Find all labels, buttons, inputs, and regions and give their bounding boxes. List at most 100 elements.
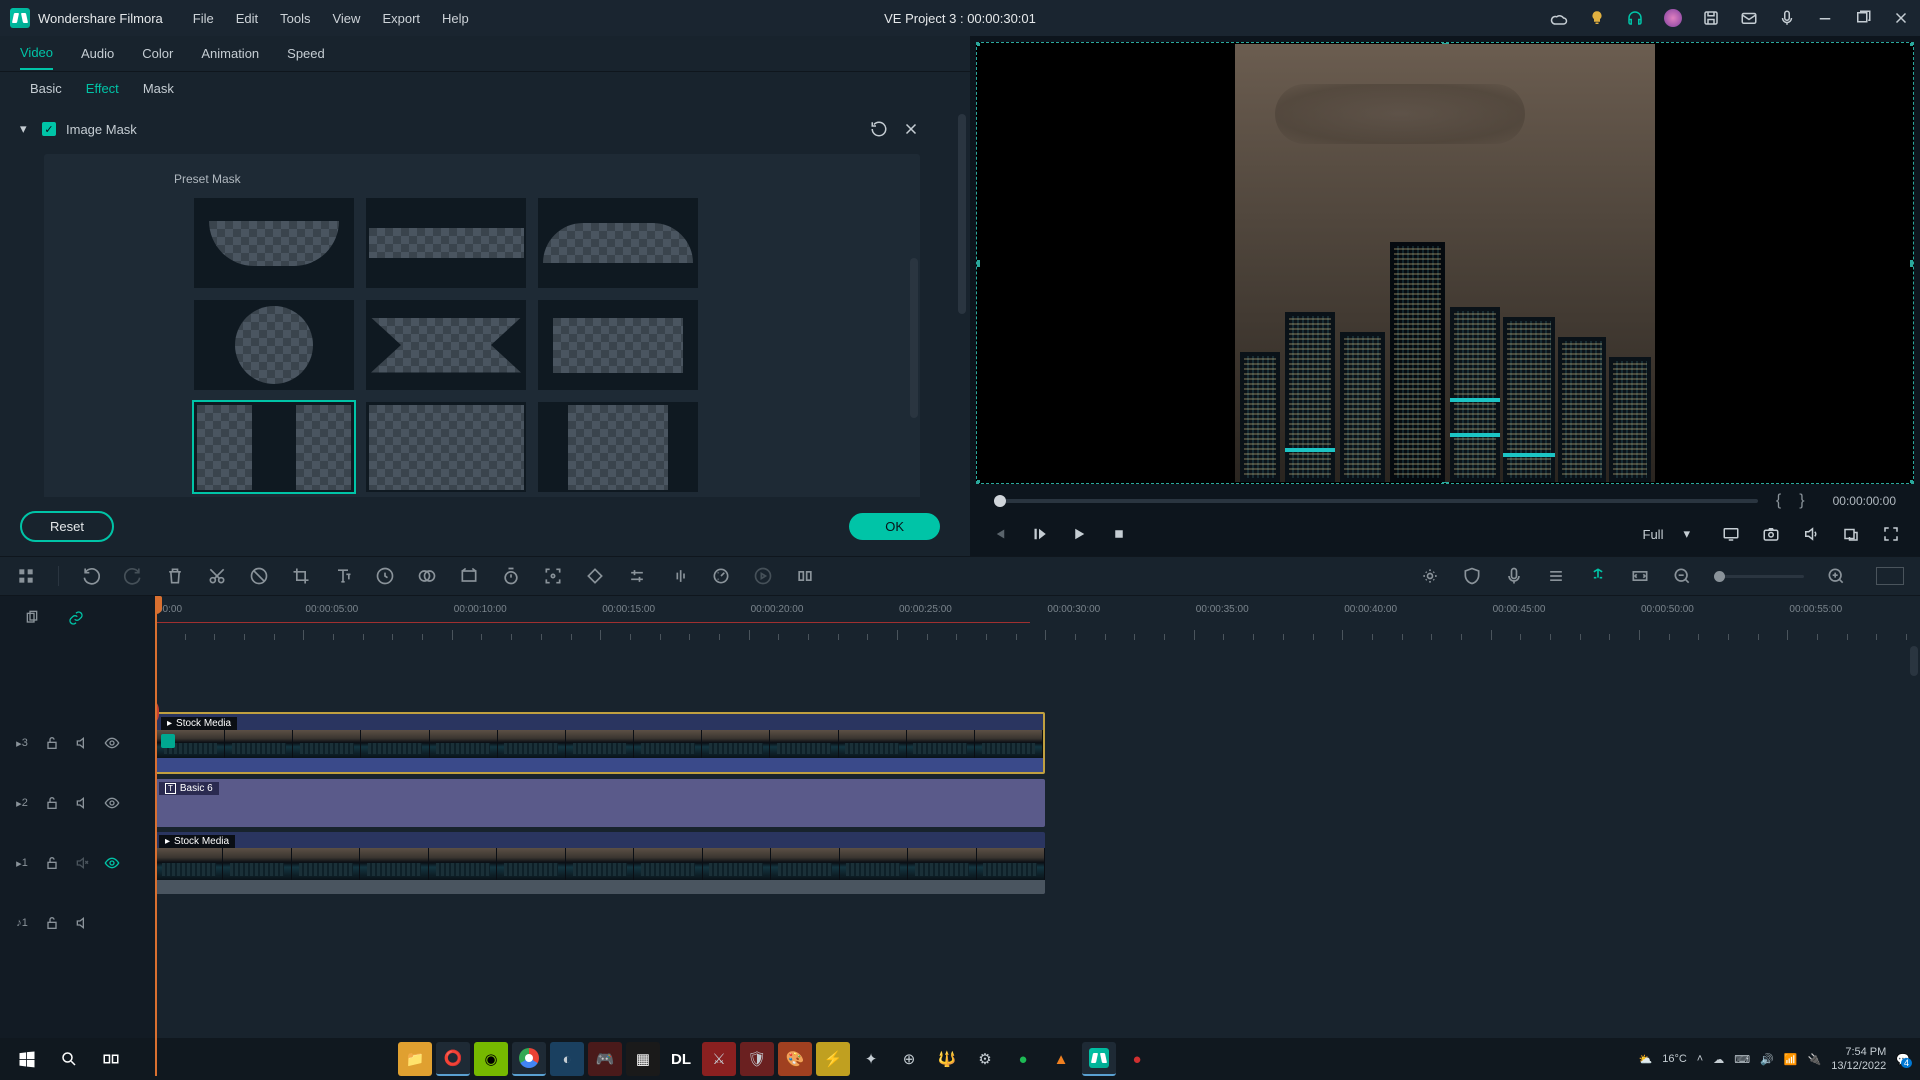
snapshot-icon[interactable]: [1762, 525, 1780, 543]
adjust-icon[interactable]: [627, 566, 647, 586]
reset-section-icon[interactable]: [870, 120, 888, 138]
speaker-muted-icon[interactable]: [74, 855, 90, 871]
cloud-icon[interactable]: [1550, 9, 1568, 27]
eye-icon[interactable]: [104, 795, 120, 811]
tray-lang-icon[interactable]: ⌨: [1734, 1053, 1750, 1066]
save-icon[interactable]: [1702, 9, 1720, 27]
app-generic8-icon[interactable]: ⚡: [816, 1042, 850, 1076]
cut-icon[interactable]: [207, 566, 227, 586]
notifications-icon[interactable]: 💬4: [1896, 1053, 1910, 1066]
redo-icon[interactable]: [123, 566, 143, 586]
clip-stock-media-bottom[interactable]: ▸Stock Media: [155, 832, 1045, 894]
tab-animation[interactable]: Animation: [201, 38, 259, 69]
speed-icon[interactable]: [375, 566, 395, 586]
tray-wifi-icon[interactable]: 📶: [1784, 1053, 1798, 1066]
subtab-basic[interactable]: Basic: [30, 81, 62, 96]
headphones-icon[interactable]: [1626, 9, 1644, 27]
duration-icon[interactable]: [501, 566, 521, 586]
mask-preset-sides[interactable]: [194, 402, 354, 492]
tray-power-icon[interactable]: 🔌: [1808, 1053, 1822, 1066]
mask-preset-arc-bottom[interactable]: [194, 198, 354, 288]
zoom-thumb[interactable]: [1714, 571, 1725, 582]
mask-preset-full[interactable]: [366, 402, 526, 492]
app-generic13-icon[interactable]: ●: [1120, 1042, 1154, 1076]
export-frame-icon[interactable]: [1842, 525, 1860, 543]
zoom-slider[interactable]: [1714, 575, 1804, 578]
color-match-icon[interactable]: [417, 566, 437, 586]
eye-active-icon[interactable]: [104, 855, 120, 871]
reset-button[interactable]: Reset: [20, 511, 114, 542]
lock-icon[interactable]: [44, 855, 60, 871]
play-pause-icon[interactable]: [1030, 525, 1048, 543]
subtab-mask[interactable]: Mask: [143, 81, 174, 96]
app-filmora-icon[interactable]: [1082, 1042, 1116, 1076]
track-v1[interactable]: ▸Stock Media: [155, 828, 1920, 898]
menu-view[interactable]: View: [332, 11, 360, 26]
voiceover-icon[interactable]: [1504, 566, 1524, 586]
tab-audio[interactable]: Audio: [81, 38, 114, 69]
greenscreen-icon[interactable]: [459, 566, 479, 586]
search-taskbar-icon[interactable]: [52, 1042, 86, 1076]
track-a1[interactable]: [155, 898, 1920, 948]
preview-viewport[interactable]: [976, 42, 1914, 484]
app-chrome-icon[interactable]: [512, 1042, 546, 1076]
quality-select[interactable]: Full▾: [1633, 524, 1700, 544]
app-opera-icon[interactable]: ⭕: [436, 1042, 470, 1076]
magnet-icon[interactable]: [1588, 566, 1608, 586]
keyframe-icon[interactable]: [585, 566, 605, 586]
auto-reframe-icon[interactable]: [1420, 566, 1440, 586]
menu-help[interactable]: Help: [442, 11, 469, 26]
panel-scrollbar[interactable]: [958, 114, 966, 314]
grid-icon[interactable]: [16, 566, 36, 586]
ok-button[interactable]: OK: [849, 513, 940, 540]
app-generic3-icon[interactable]: ▦: [626, 1042, 660, 1076]
app-generic9-icon[interactable]: ✦: [854, 1042, 888, 1076]
app-generic5-icon[interactable]: ⚔: [702, 1042, 736, 1076]
menu-tools[interactable]: Tools: [280, 11, 310, 26]
chevron-down-icon[interactable]: ▾: [20, 121, 32, 137]
speaker-icon[interactable]: [74, 795, 90, 811]
speed-ramp-icon[interactable]: [711, 566, 731, 586]
app-generic6-icon[interactable]: 🛡: [740, 1042, 774, 1076]
speaker-icon[interactable]: [74, 915, 90, 931]
zoom-in-icon[interactable]: [1826, 566, 1846, 586]
app-vlc-icon[interactable]: ▲: [1044, 1042, 1078, 1076]
taskview-icon[interactable]: [94, 1042, 128, 1076]
stop-icon[interactable]: [1110, 525, 1128, 543]
eye-icon[interactable]: [104, 735, 120, 751]
fullscreen-icon[interactable]: [1882, 525, 1900, 543]
app-nvidia-icon[interactable]: ◉: [474, 1042, 508, 1076]
close-icon[interactable]: [1892, 9, 1910, 27]
menu-export[interactable]: Export: [382, 11, 420, 26]
tracking-icon[interactable]: [543, 566, 563, 586]
app-generic10-icon[interactable]: ⊕: [892, 1042, 926, 1076]
timeline-vscroll[interactable]: [1910, 646, 1918, 676]
render-icon[interactable]: [753, 566, 773, 586]
image-mask-header[interactable]: ▾ ✓ Image Mask: [20, 114, 940, 144]
app-explorer-icon[interactable]: 📁: [398, 1042, 432, 1076]
mixer-icon[interactable]: [1546, 566, 1566, 586]
weather-icon[interactable]: ⛅: [1639, 1053, 1653, 1066]
mark-in-icon[interactable]: {: [1776, 492, 1781, 510]
audio-adjust-icon[interactable]: [669, 566, 689, 586]
mark-out-icon[interactable]: }: [1799, 492, 1804, 510]
mask-preset-bar[interactable]: [366, 198, 526, 288]
tab-color[interactable]: Color: [142, 38, 173, 69]
weather-temp[interactable]: 16°C: [1662, 1053, 1687, 1065]
tray-volume-icon[interactable]: 🔊: [1760, 1053, 1774, 1066]
timeline-ruler[interactable]: 00:0000:00:05:0000:00:10:0000:00:15:0000…: [155, 596, 1920, 640]
tab-video[interactable]: Video: [20, 37, 53, 70]
tray-clock[interactable]: 7:54 PM 13/12/2022: [1831, 1045, 1886, 1074]
zoom-out-icon[interactable]: [1672, 566, 1692, 586]
menu-edit[interactable]: Edit: [236, 11, 258, 26]
start-button[interactable]: [10, 1042, 44, 1076]
lock-icon[interactable]: [44, 915, 60, 931]
seek-handle[interactable]: [994, 495, 1006, 507]
seek-bar[interactable]: [994, 499, 1758, 503]
avatar-icon[interactable]: [1664, 9, 1682, 27]
preset-scrollbar[interactable]: [910, 258, 918, 418]
mail-icon[interactable]: [1740, 9, 1758, 27]
lightbulb-icon[interactable]: [1588, 9, 1606, 27]
display-icon[interactable]: [1722, 525, 1740, 543]
track-v3[interactable]: ▸Stock Media: [155, 708, 1920, 778]
